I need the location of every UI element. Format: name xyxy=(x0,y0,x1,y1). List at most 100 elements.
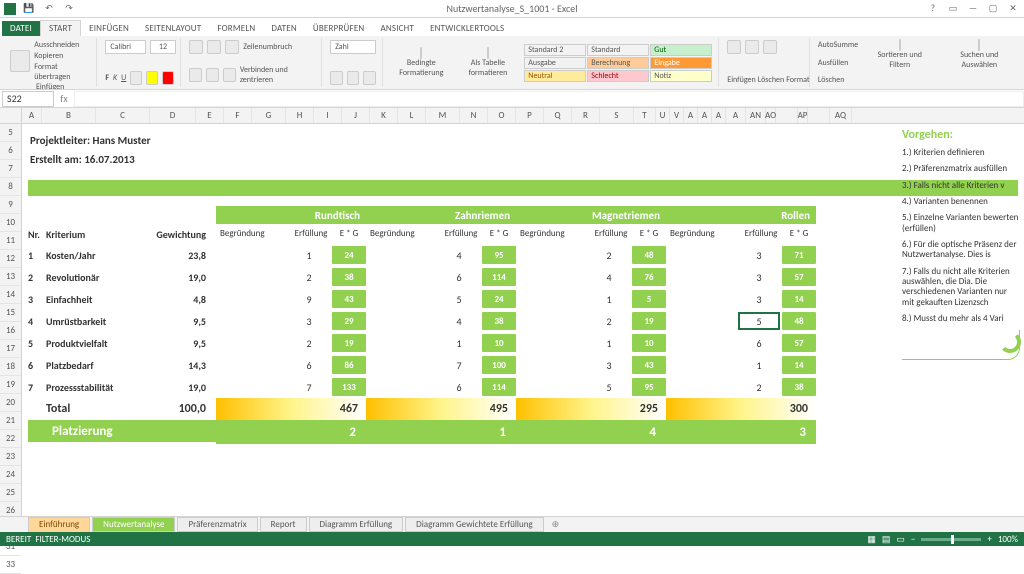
tab-pagelayout[interactable]: SEITENLAYOUT xyxy=(137,21,209,36)
row-header[interactable]: 22 xyxy=(0,430,21,448)
tab-insert[interactable]: EINFÜGEN xyxy=(81,21,137,36)
variant-cell[interactable]: 595 xyxy=(516,376,666,398)
variant-cell[interactable]: 943 xyxy=(216,288,366,310)
style-calc[interactable]: Berechnung xyxy=(587,57,649,69)
col-header[interactable]: M xyxy=(426,108,460,123)
col-header[interactable]: S xyxy=(600,108,634,123)
row-header[interactable]: 15 xyxy=(0,304,21,322)
erfuellung-value[interactable]: 7 xyxy=(438,359,480,372)
underline-button[interactable]: U xyxy=(121,73,126,83)
tab-developer[interactable]: ENTWICKLERTOOLS xyxy=(422,21,512,36)
variant-cell[interactable]: 329 xyxy=(216,310,366,332)
variant-cell[interactable]: 343 xyxy=(516,354,666,376)
variant-cell[interactable]: 114 xyxy=(666,354,816,376)
conditional-format-icon[interactable] xyxy=(420,47,422,59)
variant-cell[interactable]: 248 xyxy=(516,244,666,266)
col-header[interactable] xyxy=(776,108,798,123)
erfuellung-value[interactable]: 3 xyxy=(738,249,780,262)
percent-icon[interactable] xyxy=(347,71,360,85)
col-header[interactable]: P xyxy=(516,108,544,123)
col-header[interactable]: D xyxy=(150,108,196,123)
sheet-tab-chart1[interactable]: Diagramm Erfüllung xyxy=(309,517,404,532)
variant-cell[interactable]: 110 xyxy=(516,332,666,354)
zoom-out-button[interactable]: − xyxy=(911,534,915,545)
number-format-select[interactable]: Zahl xyxy=(330,40,376,54)
col-header[interactable]: O xyxy=(488,108,516,123)
sheet-tab-intro[interactable]: Einführung xyxy=(28,517,90,532)
font-size-select[interactable]: 12 xyxy=(150,40,176,54)
col-header[interactable]: A xyxy=(684,108,698,123)
format-painter-button[interactable]: Format übertragen xyxy=(34,62,90,82)
variant-cell[interactable]: 524 xyxy=(366,288,516,310)
bold-button[interactable]: F xyxy=(105,73,109,83)
erfuellung-value[interactable]: 2 xyxy=(738,381,780,394)
erfuellung-value[interactable]: 2 xyxy=(588,315,630,328)
variant-cell[interactable]: 548 xyxy=(666,310,816,332)
erfuellung-value[interactable]: 1 xyxy=(588,293,630,306)
align-center-icon[interactable] xyxy=(206,68,219,82)
erfuellung-value[interactable]: 7 xyxy=(288,381,330,394)
variant-cell[interactable]: 110 xyxy=(366,332,516,354)
erfuellung-value[interactable]: 6 xyxy=(738,337,780,350)
font-color-icon[interactable] xyxy=(162,71,174,85)
align-mid-icon[interactable] xyxy=(207,40,221,54)
row-header[interactable]: 11 xyxy=(0,232,21,250)
sheet-tab-matrix[interactable]: Präferenzmatrix xyxy=(177,517,257,532)
erfuellung-value[interactable]: 3 xyxy=(738,271,780,284)
style-standard[interactable]: Standard xyxy=(587,44,649,56)
col-header[interactable]: B xyxy=(42,108,96,123)
view-normal-icon[interactable]: ▦ xyxy=(867,534,876,545)
tab-data[interactable]: DATEN xyxy=(263,21,305,36)
variant-cell[interactable]: 438 xyxy=(366,310,516,332)
format-cell-icon[interactable] xyxy=(763,40,777,54)
select-all-triangle[interactable] xyxy=(0,108,22,123)
align-bot-icon[interactable] xyxy=(225,40,239,54)
col-header[interactable]: K xyxy=(370,108,398,123)
col-header[interactable]: U xyxy=(656,108,670,123)
variant-cell[interactable]: 476 xyxy=(516,266,666,288)
row-header[interactable]: 14 xyxy=(0,286,21,304)
tab-file[interactable]: DATEI xyxy=(2,21,40,36)
align-top-icon[interactable] xyxy=(189,40,203,54)
col-header[interactable]: N xyxy=(460,108,488,123)
align-right-icon[interactable] xyxy=(223,68,236,82)
row-header[interactable]: 13 xyxy=(0,268,21,286)
erfuellung-value[interactable]: 6 xyxy=(438,381,480,394)
col-header[interactable]: T xyxy=(634,108,656,123)
merge-button[interactable]: Verbinden und zentrieren xyxy=(240,65,315,85)
variant-cell[interactable]: 371 xyxy=(666,244,816,266)
erfuellung-value[interactable]: 1 xyxy=(738,359,780,372)
col-header[interactable]: Q xyxy=(544,108,572,123)
style-note[interactable]: Notiz xyxy=(650,70,712,82)
col-header[interactable]: A xyxy=(712,108,726,123)
style-standard2[interactable]: Standard 2 xyxy=(524,44,586,56)
col-header[interactable]: A xyxy=(726,108,746,123)
comma-icon[interactable] xyxy=(363,71,376,85)
col-header[interactable]: V xyxy=(670,108,684,123)
variant-cell[interactable]: 495 xyxy=(366,244,516,266)
col-header[interactable]: J xyxy=(342,108,370,123)
row-header[interactable]: 5 xyxy=(0,124,21,142)
col-header[interactable]: L xyxy=(398,108,426,123)
italic-button[interactable]: K xyxy=(113,73,117,83)
col-header[interactable]: AN xyxy=(746,108,766,123)
row-header[interactable]: 20 xyxy=(0,394,21,412)
erfuellung-value[interactable]: 5 xyxy=(438,293,480,306)
variant-cell[interactable]: 7100 xyxy=(366,354,516,376)
row-header[interactable]: 10 xyxy=(0,214,21,232)
autosum-button[interactable]: AutoSumme xyxy=(818,40,858,50)
erfuellung-value[interactable]: 4 xyxy=(438,315,480,328)
tab-formulas[interactable]: FORMELN xyxy=(209,21,263,36)
style-good[interactable]: Gut xyxy=(650,44,712,56)
variant-cell[interactable]: 357 xyxy=(666,266,816,288)
erfuellung-value[interactable]: 3 xyxy=(738,293,780,306)
copy-button[interactable]: Kopieren xyxy=(34,51,90,61)
tab-start[interactable]: START xyxy=(40,20,81,36)
format-table-icon[interactable] xyxy=(487,47,489,59)
variant-cell[interactable]: 314 xyxy=(666,288,816,310)
tab-view[interactable]: ANSICHT xyxy=(372,21,422,36)
style-output[interactable]: Ausgabe xyxy=(524,57,586,69)
clear-button[interactable]: Löschen xyxy=(818,75,844,85)
cut-button[interactable]: Ausschneiden xyxy=(34,40,90,50)
erfuellung-value[interactable]: 3 xyxy=(288,315,330,328)
